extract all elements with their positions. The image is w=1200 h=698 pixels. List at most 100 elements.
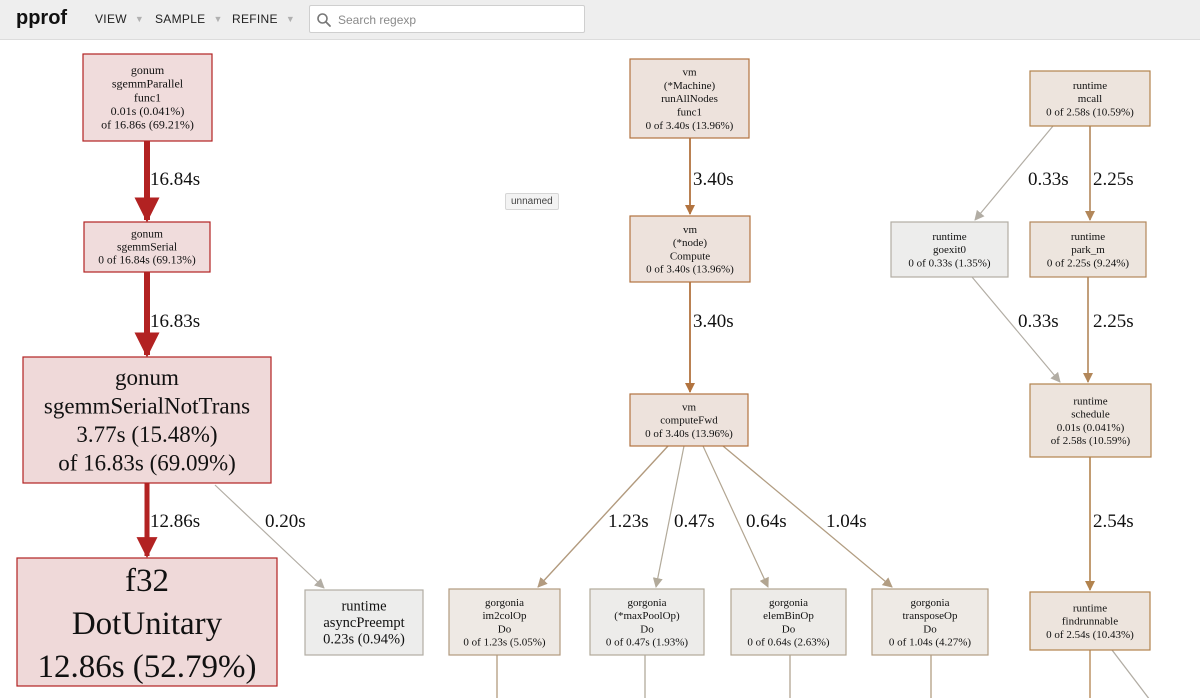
- node-label-line: asyncPreempt: [323, 615, 404, 631]
- node-nodeCompute[interactable]: vm(*node)Compute 0 of 3.40s (13.96%): [629, 215, 751, 283]
- node-label-line: 0 of 2.58s (10.59%): [1046, 107, 1134, 119]
- node-sgemmSerial[interactable]: gonumsgemmSerial0 of 16.84s (69.13%): [83, 221, 211, 273]
- node-label-line: gorgonia: [911, 597, 950, 609]
- node-label-line: 12.86s (52.79%): [37, 649, 256, 685]
- node-label-line: 0.23s (0.94%): [323, 632, 405, 648]
- search-icon: [317, 13, 331, 27]
- node-label-line: Compute: [670, 250, 710, 262]
- node-label-line: gonum: [131, 63, 165, 77]
- node-label-line: Do: [923, 623, 937, 635]
- edge-label: 3.40s: [693, 169, 734, 190]
- node-label-line: of 2.58s (10.59%): [1051, 435, 1131, 447]
- edge-label: 0.33s: [1018, 311, 1059, 332]
- node-label-line: gonum: [115, 365, 179, 390]
- node-label-line: runtime: [1073, 602, 1107, 614]
- node-im2colOp[interactable]: gorgoniaim2colOpDo 0 of 1.23s (5.05%): [448, 588, 561, 656]
- view-menu[interactable]: VIEW ▼: [95, 12, 144, 26]
- node-label-line: runtime: [1073, 80, 1107, 92]
- chevron-down-icon: ▼: [285, 14, 296, 24]
- node-label-line: 0.01s (0.041%): [1057, 422, 1125, 434]
- edge-label: 16.84s: [150, 169, 200, 190]
- view-menu-label: VIEW: [95, 12, 127, 26]
- node-label-line: vm: [683, 224, 698, 236]
- node-park_m[interactable]: runtimepark_m 0 of 2.25s (9.24%): [1029, 221, 1147, 278]
- node-label-line: of 16.83s (69.09%): [58, 451, 236, 476]
- sample-menu[interactable]: SAMPLE ▼: [155, 12, 223, 26]
- edge-label: 0.20s: [265, 511, 306, 532]
- call-graph[interactable]: 16.84s 16.83s 12.86s 0.20s 3.40s 3.40s 1.23s 0.…: [0, 40, 1200, 698]
- node-label-line: goexit0: [933, 244, 966, 256]
- node-label-line: (*Machine): [664, 80, 716, 92]
- node-label-line: 0 of 0.47s (1.93%): [606, 637, 689, 649]
- edge-label: 2.54s: [1093, 511, 1134, 532]
- node-label-line: 0 of 0.33s (1.35%): [908, 258, 991, 270]
- node-label-line: 0 of 1.23s (5.05%): [463, 637, 546, 649]
- node-label-line: runtime: [932, 231, 966, 243]
- node-label-line: runtime: [1071, 231, 1105, 243]
- edge-label: 1.04s: [826, 511, 867, 532]
- edge-label: 3.40s: [693, 311, 734, 332]
- node-label-line: 0.01s (0.041%): [111, 104, 185, 118]
- node-label-line: mcall: [1078, 93, 1102, 105]
- node-label-line: gorgonia: [628, 597, 667, 609]
- node-label-line: sgemmSerialNotTrans: [44, 394, 250, 419]
- node-label-line: (*maxPoolOp): [614, 610, 680, 622]
- edge-label: 2.25s: [1093, 311, 1134, 332]
- node-label-line: f32: [125, 563, 169, 599]
- node-label-line: 0 of 3.40s (13.96%): [646, 120, 734, 132]
- node-mcall[interactable]: runtimemcall 0 of 2.58s (10.59%): [1029, 70, 1151, 127]
- node-label-line: (*node): [673, 237, 708, 249]
- node-label-line: of 16.86s (69.21%): [101, 118, 194, 132]
- node-schedule[interactable]: runtime schedule0.01s (0.041%)of 2.58s (1…: [1029, 383, 1152, 458]
- node-label-line: 0 of 3.40s (13.96%): [645, 428, 733, 440]
- node-label-line: 0 of 16.84s (69.13%): [98, 255, 196, 267]
- edge-continuation: [1111, 649, 1150, 698]
- node-label-line: Do: [782, 623, 796, 635]
- node-label-line: im2colOp: [483, 610, 527, 622]
- node-label-line: gorgonia: [769, 597, 808, 609]
- node-label-line: 0 of 1.04s (4.27%): [889, 637, 972, 649]
- node-sgemmSerialNotTrans[interactable]: gonum sgemmSerialNotTrans 3.77s (15.48%) of…: [22, 356, 272, 484]
- node-label-line: runtime: [341, 599, 386, 615]
- node-label-line: findrunnable: [1062, 616, 1118, 628]
- node-label-line: 0 of 0.64s (2.63%): [747, 637, 830, 649]
- node-f32DotUnitary[interactable]: f32 DotUnitary 12.86s (52.79%): [16, 557, 278, 687]
- node-label-line: gonum: [131, 229, 163, 241]
- node-label-line: vm: [682, 67, 697, 79]
- legend-tag: unnamed: [505, 193, 559, 210]
- app-title: pprof: [16, 7, 68, 29]
- refine-menu[interactable]: REFINE ▼: [232, 12, 295, 26]
- edge-label: 12.86s: [150, 511, 200, 532]
- edge-label: 1.23s: [608, 511, 649, 532]
- node-computeFwd[interactable]: vm computeFwd0 of 3.40s (13.96%): [629, 393, 749, 447]
- node-label-line: computeFwd: [660, 415, 718, 427]
- node-label-line: 0 of 3.40s (13.96%): [646, 264, 734, 276]
- node-label-line: Do: [498, 623, 512, 635]
- node-label-line: vm: [682, 401, 697, 413]
- toolbar: pprof VIEW ▼ SAMPLE ▼ REFINE ▼: [0, 0, 1200, 40]
- edge-label: 0.47s: [674, 511, 715, 532]
- node-label-line: DotUnitary: [72, 606, 223, 642]
- chevron-down-icon: ▼: [213, 14, 223, 24]
- nodes-layer: gonumsgemmParallelfunc10.01s (0.041%)of …: [16, 53, 1152, 687]
- edge-label: 0.64s: [746, 511, 787, 532]
- edge-label: 16.83s: [150, 311, 200, 332]
- node-transposeOp[interactable]: gorgoniatransposeOpDo 0 of 1.04s (4.27%): [871, 588, 989, 656]
- node-runAllNodes[interactable]: vm(*Machine)runAllNodes func10 of 3.40s (…: [629, 58, 750, 139]
- node-asyncPreempt[interactable]: runtimeasyncPreempt0.23s (0.94%): [304, 589, 424, 656]
- node-sgemmParallel[interactable]: gonumsgemmParallelfunc10.01s (0.041%)of …: [82, 53, 213, 142]
- node-label-line: gorgonia: [485, 597, 524, 609]
- search-input[interactable]: [336, 9, 580, 31]
- refine-menu-label: REFINE: [232, 12, 278, 26]
- node-elemBinOp[interactable]: gorgoniaelemBinOpDo 0 of 0.64s (2.63%): [730, 588, 847, 656]
- node-label-line: park_m: [1071, 244, 1105, 256]
- node-findrunnable[interactable]: runtime findrunnable0 of 2.54s (10.43%): [1029, 591, 1151, 651]
- node-label-line: sgemmParallel: [112, 77, 184, 91]
- search-box[interactable]: [309, 5, 585, 33]
- node-label-line: 3.77s (15.48%): [76, 422, 217, 447]
- node-label-line: runtime: [1073, 395, 1107, 407]
- node-goexit0[interactable]: runtimegoexit0 0 of 0.33s (1.35%): [890, 221, 1009, 278]
- edge-label: 0.33s: [1028, 169, 1069, 190]
- node-maxPoolOp[interactable]: gorgonia(*maxPoolOp)Do 0 of 0.47s (1.93%): [589, 588, 705, 656]
- edge-label: 2.25s: [1093, 169, 1134, 190]
